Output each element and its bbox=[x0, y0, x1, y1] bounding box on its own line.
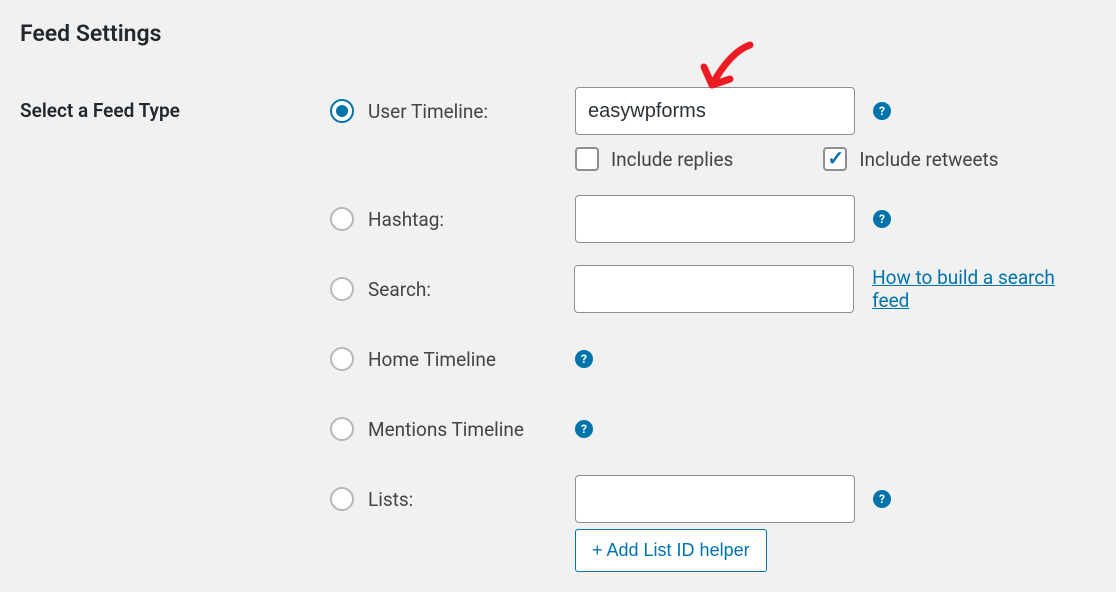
home-timeline-label: Home Timeline bbox=[368, 348, 496, 371]
user-timeline-input[interactable] bbox=[575, 87, 855, 135]
search-label: Search: bbox=[368, 278, 431, 301]
help-icon[interactable]: ? bbox=[575, 420, 593, 438]
hashtag-input[interactable] bbox=[575, 195, 855, 243]
user-timeline-label: User Timeline: bbox=[368, 100, 488, 123]
help-icon[interactable]: ? bbox=[873, 102, 891, 120]
include-replies-checkbox[interactable] bbox=[575, 147, 599, 171]
help-icon[interactable]: ? bbox=[873, 490, 891, 508]
include-replies-label: Include replies bbox=[611, 148, 733, 171]
lists-label: Lists: bbox=[368, 488, 413, 511]
hashtag-radio[interactable] bbox=[330, 207, 354, 231]
user-timeline-radio[interactable] bbox=[330, 99, 354, 123]
mentions-timeline-label: Mentions Timeline bbox=[368, 418, 524, 441]
include-retweets-checkbox[interactable] bbox=[823, 147, 847, 171]
include-retweets-label: Include retweets bbox=[859, 148, 998, 171]
lists-input[interactable] bbox=[575, 475, 855, 523]
help-icon[interactable]: ? bbox=[575, 350, 593, 368]
mentions-timeline-radio[interactable] bbox=[330, 417, 354, 441]
home-timeline-radio[interactable] bbox=[330, 347, 354, 371]
section-label: Select a Feed Type bbox=[20, 87, 330, 122]
help-icon[interactable]: ? bbox=[873, 210, 891, 228]
search-input[interactable] bbox=[574, 265, 854, 313]
lists-radio[interactable] bbox=[330, 487, 354, 511]
search-radio[interactable] bbox=[330, 277, 354, 301]
search-feed-help-link[interactable]: How to build a search feed bbox=[872, 266, 1096, 312]
page-title: Feed Settings bbox=[20, 20, 1096, 47]
add-list-id-helper-button[interactable]: + Add List ID helper bbox=[575, 529, 767, 572]
hashtag-label: Hashtag: bbox=[368, 208, 444, 231]
